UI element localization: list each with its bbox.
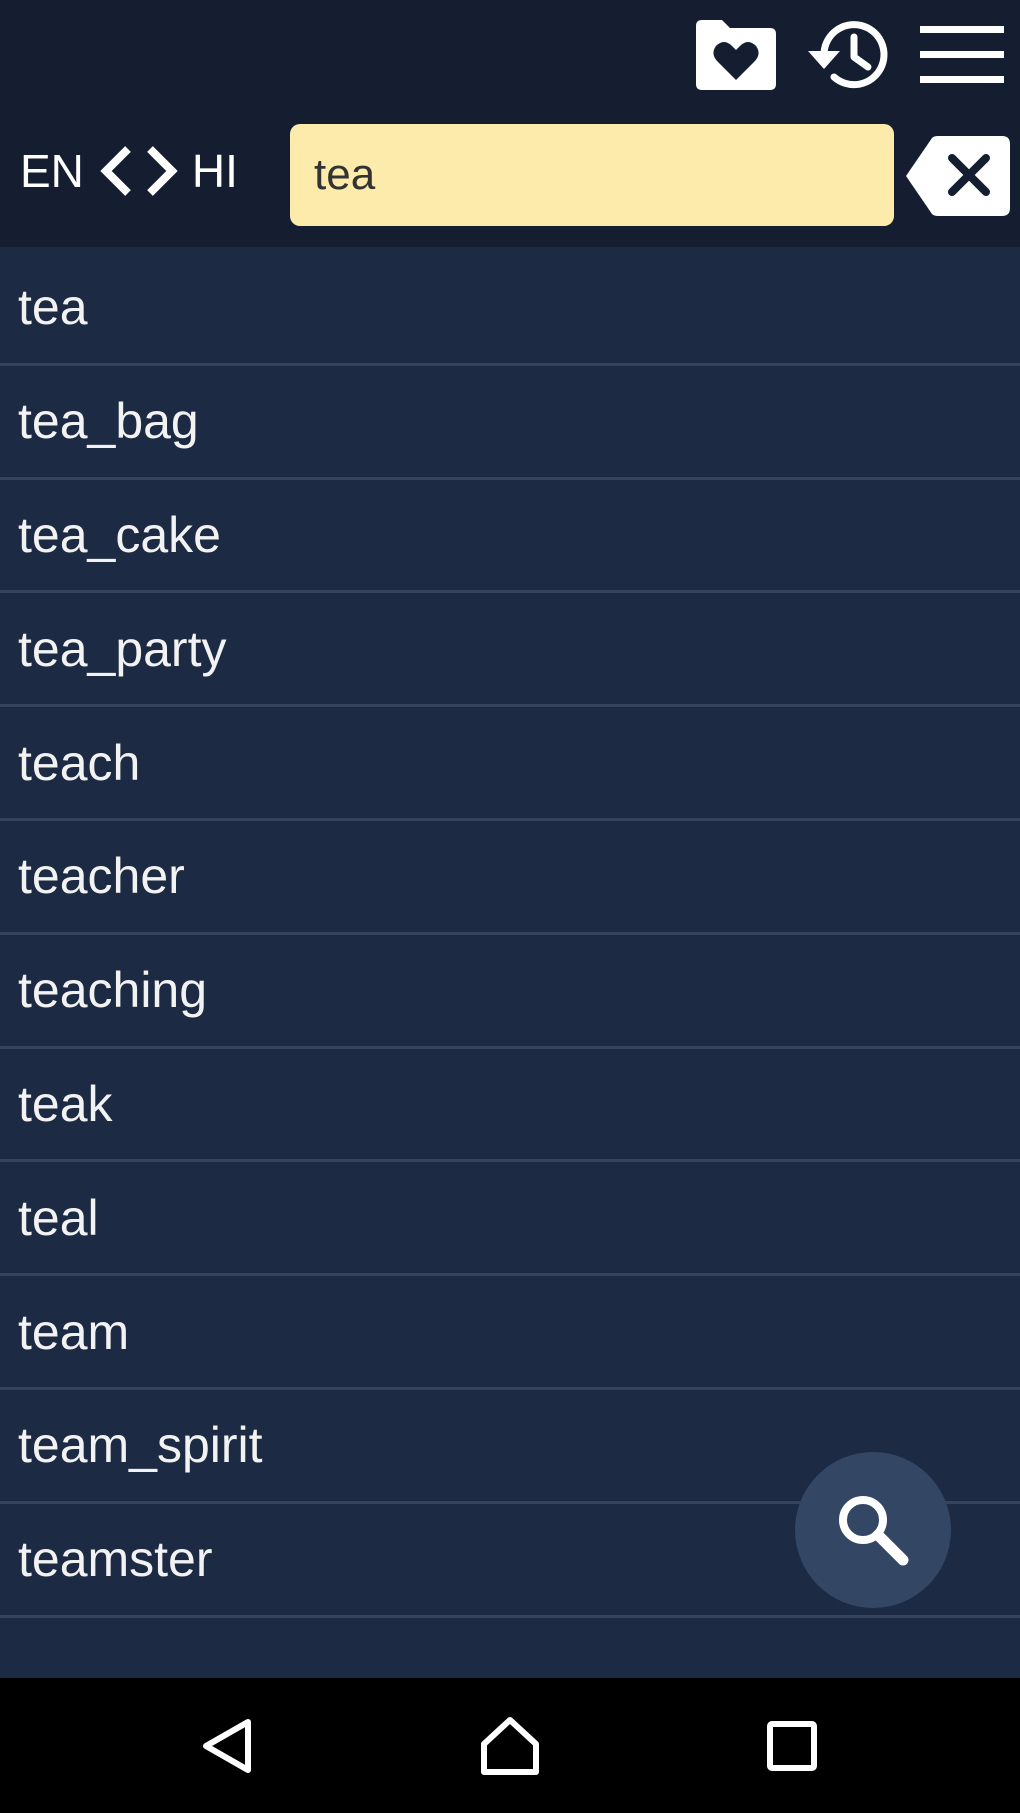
list-item[interactable]: teal xyxy=(0,1162,1020,1277)
list-item[interactable]: teacher xyxy=(0,821,1020,935)
clear-search-button[interactable] xyxy=(906,136,1010,216)
nav-back-button[interactable] xyxy=(178,1696,278,1796)
search-icon xyxy=(839,1496,909,1566)
nav-recents-button[interactable] xyxy=(742,1696,842,1796)
list-item[interactable]: teak xyxy=(0,1049,1020,1163)
language-switch[interactable]: EN HI xyxy=(20,140,238,202)
search-field[interactable] xyxy=(290,124,894,226)
header: EN HI xyxy=(0,0,1020,247)
word-label: teal xyxy=(18,1189,99,1246)
backspace-clear-icon xyxy=(906,136,1010,216)
word-label: tea_cake xyxy=(18,506,221,563)
word-label: teamster xyxy=(18,1531,213,1588)
word-label: teaching xyxy=(18,962,208,1019)
word-label: tea xyxy=(18,279,88,336)
history-button[interactable] xyxy=(800,10,900,100)
list-item[interactable]: teach xyxy=(0,707,1020,821)
list-item[interactable]: tea_bag xyxy=(0,366,1020,480)
home-icon xyxy=(481,1717,539,1775)
target-language: HI xyxy=(191,145,238,197)
word-label: teacher xyxy=(18,848,185,905)
word-label: tea_bag xyxy=(18,393,199,450)
action-bar xyxy=(0,0,1020,110)
favorites-button[interactable] xyxy=(686,10,786,100)
folder-heart-icon xyxy=(696,20,776,90)
hamburger-menu-icon xyxy=(920,26,1004,83)
word-label: tea_party xyxy=(18,620,227,677)
source-language: EN xyxy=(20,145,84,197)
recents-icon xyxy=(767,1721,817,1771)
list-item[interactable]: tea xyxy=(0,252,1020,366)
word-label: teach xyxy=(18,734,141,791)
system-nav-bar xyxy=(0,1678,1020,1813)
back-icon xyxy=(203,1719,251,1773)
menu-button[interactable] xyxy=(912,10,1012,100)
list-item[interactable]: tea_cake xyxy=(0,480,1020,594)
swap-arrows-icon xyxy=(94,145,186,197)
list-item[interactable]: teaching xyxy=(0,935,1020,1049)
list-item[interactable]: tea_party xyxy=(0,593,1020,708)
nav-home-button[interactable] xyxy=(460,1696,560,1796)
list-item[interactable]: team xyxy=(0,1276,1020,1390)
dictionary-app: EN HI tea tea_bag xyxy=(0,0,1020,1813)
history-icon xyxy=(808,21,888,89)
search-input[interactable] xyxy=(314,150,870,200)
word-label: team xyxy=(18,1303,130,1360)
search-row: EN HI xyxy=(0,110,1020,247)
search-fab-button[interactable] xyxy=(795,1452,951,1608)
word-label: teak xyxy=(18,1075,113,1132)
word-label: team_spirit xyxy=(18,1417,263,1474)
